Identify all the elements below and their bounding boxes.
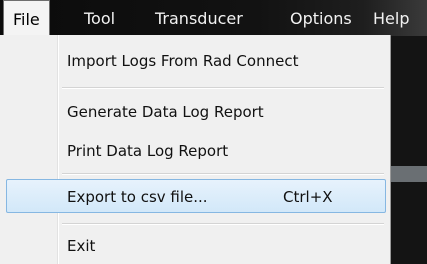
menu-file[interactable]: File — [3, 0, 50, 36]
menu-item-print-report[interactable]: Print Data Log Report — [6, 134, 386, 168]
menu-tool[interactable]: Tool — [84, 0, 115, 36]
background-bar — [391, 166, 427, 182]
menu-separator — [62, 223, 384, 225]
menu-item-label: Export to csv file... — [67, 188, 208, 206]
menu-item-label: Print Data Log Report — [67, 142, 229, 160]
menu-item-export-csv[interactable]: Export to csv file... Ctrl+X — [6, 179, 386, 213]
menu-help[interactable]: Help — [373, 0, 409, 36]
menu-item-label: Generate Data Log Report — [67, 103, 264, 121]
menu-item-exit[interactable]: Exit — [6, 229, 386, 263]
file-dropdown-menu: Import Logs From Rad Connect Generate Da… — [0, 35, 391, 264]
menu-bar: File Tool Transducer Options Help — [0, 0, 427, 36]
menu-item-label: Import Logs From Rad Connect — [67, 52, 299, 70]
menu-transducer[interactable]: Transducer — [155, 0, 243, 36]
menu-item-generate-report[interactable]: Generate Data Log Report — [6, 95, 386, 129]
menu-separator — [62, 87, 384, 89]
menu-separator — [62, 173, 384, 175]
menu-item-label: Exit — [67, 237, 96, 255]
menu-options[interactable]: Options — [290, 0, 352, 36]
menu-item-shortcut: Ctrl+X — [283, 188, 333, 206]
menu-item-import-logs[interactable]: Import Logs From Rad Connect — [6, 44, 386, 78]
background-window — [391, 36, 427, 264]
